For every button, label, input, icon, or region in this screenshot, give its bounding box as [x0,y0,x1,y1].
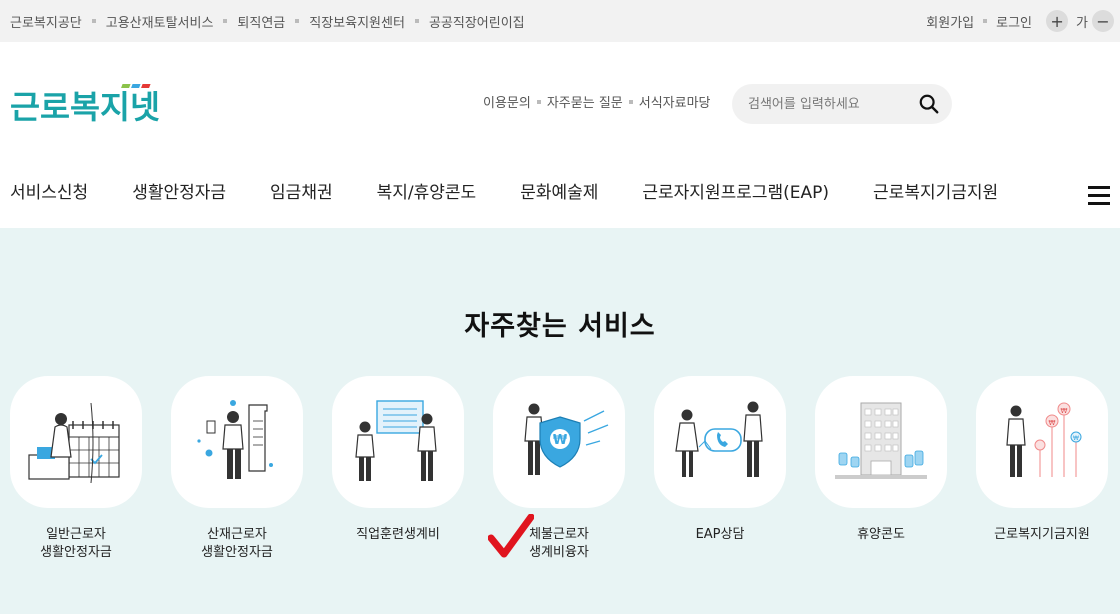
won-shield-illustration-icon: ₩ [524,403,609,475]
font-increase-button[interactable]: + [1046,10,1069,32]
service-item-training-living-cost[interactable]: 직업훈련생계비 [332,376,464,544]
search-box [732,84,952,124]
worker-with-document-illustration-icon [197,400,273,479]
header-subnav: 이용문의 자주묻는 질문 서식자료마당 [483,92,711,111]
service-item-industrial-living-fund[interactable]: 산재근로자 생활안정자금 [171,376,303,562]
separator-dot [536,99,541,104]
top-link-kcomwel[interactable]: 근로복지공단 [10,12,82,31]
search-input[interactable] [748,96,918,112]
service-item-resort-condo[interactable]: 휴양콘도 [815,376,947,544]
separator-dot [983,19,988,23]
logo-text-teal: 근로복지넷 [10,88,160,126]
service-label-line: 직업훈련생계비 [356,527,440,542]
service-label-line: EAP상담 [695,527,745,542]
service-card[interactable]: ₩ ₩ ₩ [976,376,1108,508]
service-card[interactable] [171,376,303,508]
money-flowers-illustration-icon: ₩ ₩ ₩ [1006,402,1082,477]
family-site-links: 근로복지공단 고용산재토탈서비스 퇴직연금 직장보육지원센터 공공직장어린이집 [10,0,525,42]
service-card[interactable] [654,376,786,508]
service-label-line: 근로복지기금지원 [994,527,1090,542]
service-label-line: 생활안정자금 [201,545,273,560]
menu-icon[interactable] [1088,186,1110,206]
top-link-total-service[interactable]: 고용산재토탈서비스 [106,12,214,31]
main-nav: 서비스신청 생활안정자금 임금채권 복지/휴양콘도 문화예술제 근로자지원프로그… [10,178,1050,203]
separator-dot [223,19,228,23]
menu-bar [1088,202,1110,205]
join-link[interactable]: 회원가입 [926,12,974,31]
search-icon[interactable] [918,93,940,115]
service-label-line: 생활안정자금 [40,545,112,560]
svg-text:₩: ₩ [1061,407,1068,415]
nav-culture-festival[interactable]: 문화예술제 [520,178,598,203]
office-worker-illustration-icon [28,402,120,484]
frequent-services-section: 자주찾는 서비스 일반근로자 생활안정자금 산재근로자 생활안정자금 직업훈련생… [0,228,1120,614]
service-card[interactable] [815,376,947,508]
service-label: 직업훈련생계비 [332,526,464,544]
nav-service-apply[interactable]: 서비스신청 [10,178,88,203]
subnav-inquiry[interactable]: 이용문의 [483,92,531,111]
svg-text:₩: ₩ [1049,419,1056,427]
font-size-label: 가 [1076,15,1088,31]
separator-dot [414,19,419,23]
service-label: EAP상담 [654,526,786,544]
service-label-line: 일반근로자 [46,527,106,542]
nav-wage-claim[interactable]: 임금채권 [270,178,333,203]
separator-dot [628,99,633,104]
building-illustration-icon [835,402,927,479]
service-label-line: 휴양콘도 [857,527,905,542]
service-label: 산재근로자 생활안정자금 [171,526,303,562]
nav-welfare-fund[interactable]: 근로복지기금지원 [873,178,998,203]
presentation-board-illustration-icon [355,400,437,481]
svg-text:₩: ₩ [553,433,568,448]
service-item-welfare-fund-support[interactable]: ₩ ₩ ₩ 근로복지기금지원 [976,376,1108,544]
service-card[interactable] [10,376,142,508]
separator-dot [295,19,300,23]
svg-text:₩: ₩ [1073,435,1079,442]
top-link-childcare-center[interactable]: 직장보육지원센터 [309,12,405,31]
menu-bar [1088,186,1110,189]
service-card[interactable] [332,376,464,508]
user-utility: 회원가입 로그인 + 가 − [926,0,1120,42]
section-title: 자주찾는 서비스 [464,311,656,342]
subnav-forms[interactable]: 서식자료마당 [639,92,711,111]
service-card[interactable]: ₩ [493,376,625,508]
subnav-faq[interactable]: 자주묻는 질문 [547,92,623,111]
top-link-pension[interactable]: 퇴직연금 [237,12,285,31]
nav-living-fund[interactable]: 생활안정자금 [132,178,226,203]
menu-bar [1088,194,1110,197]
top-link-public-daycare[interactable]: 공공직장어린이집 [429,12,525,31]
service-label: 근로복지기금지원 [976,526,1108,544]
service-item-eap-counseling[interactable]: EAP상담 [654,376,786,544]
service-label-line: 산재근로자 [207,527,267,542]
login-link[interactable]: 로그인 [996,12,1032,31]
service-item-general-living-fund[interactable]: 일반근로자 생활안정자금 [10,376,142,562]
service-label: 일반근로자 생활안정자금 [10,526,142,562]
font-decrease-button[interactable]: − [1092,10,1114,32]
service-label: 휴양콘도 [815,526,947,544]
nav-eap[interactable]: 근로자지원프로그램(EAP) [642,178,829,203]
site-logo[interactable]: 근로복지넷 [10,80,170,130]
phone-call-illustration-icon [675,401,763,477]
red-checkmark-icon [488,514,534,558]
separator-dot [91,19,96,23]
nav-welfare-condo[interactable]: 복지/휴양콘도 [377,178,477,203]
top-utility-bar: 근로복지공단 고용산재토탈서비스 퇴직연금 직장보육지원센터 공공직장어린이집 … [0,0,1120,42]
